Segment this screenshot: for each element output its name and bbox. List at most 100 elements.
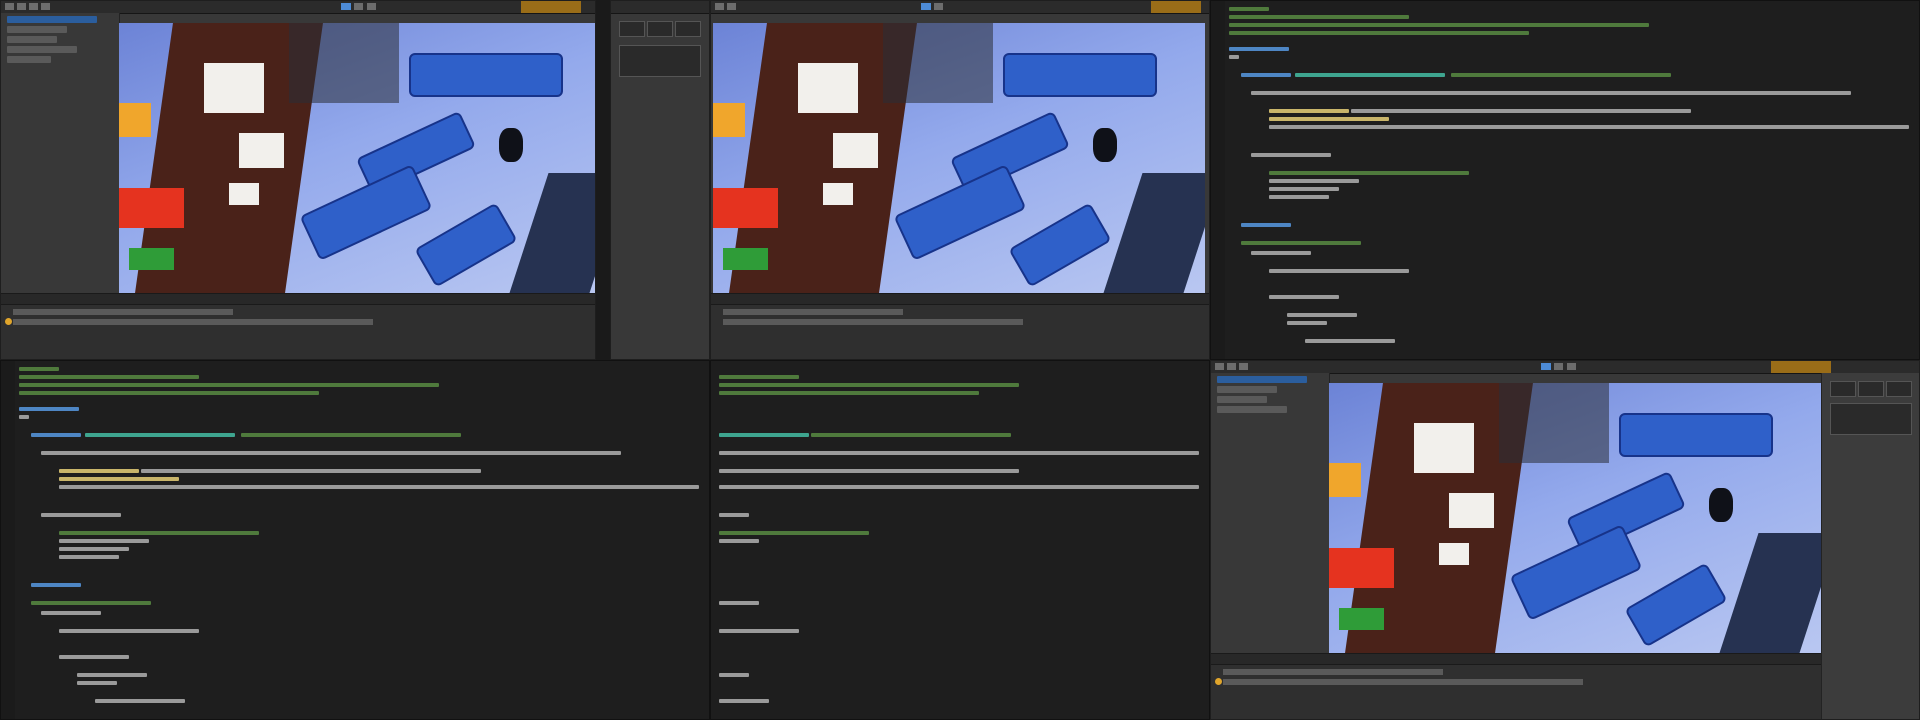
inspector-field[interactable] (619, 45, 701, 77)
code-line (19, 407, 79, 411)
code-line (1351, 109, 1691, 113)
rotate-tool-icon[interactable] (1239, 363, 1248, 370)
hierarchy-item[interactable] (7, 56, 51, 63)
console-tabs[interactable] (1, 294, 595, 305)
code-line (719, 699, 769, 703)
warning-banner (521, 1, 581, 13)
code-line (719, 513, 749, 517)
unity-editor-top-middle (710, 0, 1210, 360)
pause-icon[interactable] (934, 3, 943, 10)
hierarchy-item[interactable] (7, 36, 57, 43)
rotate-tool-icon[interactable] (29, 3, 38, 10)
play-icon[interactable] (341, 3, 351, 10)
code-editor-top-right[interactable] (1210, 0, 1920, 360)
code-editor-bottom-left[interactable] (0, 360, 710, 720)
code-gutter (1211, 1, 1225, 359)
code-line (1295, 73, 1445, 77)
hierarchy-item[interactable] (1217, 396, 1267, 403)
code-line (1241, 73, 1291, 77)
warning-banner (1151, 1, 1201, 13)
inspector-field[interactable] (1886, 381, 1912, 397)
code-line (1241, 223, 1291, 227)
game-view[interactable] (1329, 383, 1821, 653)
hierarchy-panel (1, 13, 120, 288)
code-comment-line (1229, 15, 1409, 19)
scale-tool-icon[interactable] (41, 3, 50, 10)
code-comment-line (719, 375, 799, 379)
pause-icon[interactable] (1554, 363, 1563, 370)
hand-tool-icon[interactable] (5, 3, 14, 10)
game-view[interactable] (713, 23, 1205, 293)
code-line (59, 477, 179, 481)
code-line (41, 611, 101, 615)
play-icon[interactable] (921, 3, 931, 10)
code-line (719, 601, 759, 605)
code-line (59, 629, 199, 633)
game-scene-image (1329, 383, 1821, 653)
code-line (719, 629, 799, 633)
move-tool-icon[interactable] (1227, 363, 1236, 370)
code-line (59, 555, 119, 559)
inspector-field[interactable] (647, 21, 673, 37)
step-icon[interactable] (367, 3, 376, 10)
console-line[interactable] (1223, 679, 1583, 685)
warning-icon (1215, 678, 1222, 685)
code-comment-line (1229, 7, 1269, 11)
move-tool-icon[interactable] (17, 3, 26, 10)
code-editor-bottom-middle[interactable] (710, 360, 1210, 720)
step-icon[interactable] (1567, 363, 1576, 370)
code-line (1229, 55, 1239, 59)
code-comment-line (1229, 31, 1529, 35)
console-line[interactable] (723, 309, 903, 315)
hierarchy-item[interactable] (7, 16, 97, 23)
hierarchy-item[interactable] (1217, 376, 1307, 383)
code-line (77, 673, 147, 677)
code-line (1269, 269, 1409, 273)
inspector-field[interactable] (675, 21, 701, 37)
hierarchy-item[interactable] (7, 26, 67, 33)
code-line (1269, 109, 1349, 113)
code-line (31, 583, 81, 587)
warning-banner (1771, 361, 1831, 373)
inspector-field[interactable] (619, 21, 645, 37)
console-line[interactable] (13, 309, 233, 315)
pause-icon[interactable] (354, 3, 363, 10)
game-scene-image (713, 23, 1205, 293)
code-line (41, 513, 121, 517)
hierarchy-item[interactable] (1217, 406, 1287, 413)
console-line[interactable] (1223, 669, 1443, 675)
code-line (141, 469, 481, 473)
hierarchy-item[interactable] (7, 46, 77, 53)
console-tabs[interactable] (1211, 654, 1821, 665)
console-tabs[interactable] (711, 294, 1209, 305)
warning-icon (5, 318, 12, 325)
code-line (719, 485, 1199, 489)
console-line[interactable] (13, 319, 373, 325)
hand-tool-icon[interactable] (1215, 363, 1224, 370)
code-comment-line (1451, 73, 1671, 77)
code-line (719, 673, 749, 677)
code-line (95, 699, 185, 703)
code-comment-line (719, 391, 979, 395)
code-line (1269, 125, 1909, 129)
inspector-panel-top-left (610, 0, 710, 360)
code-line (59, 655, 129, 659)
console-panel (1211, 653, 1821, 719)
unity-editor-top-left (0, 0, 596, 360)
inspector-field[interactable] (1830, 403, 1912, 435)
play-icon[interactable] (1541, 363, 1551, 370)
hand-tool-icon[interactable] (715, 3, 724, 10)
code-comment-line (19, 391, 319, 395)
move-tool-icon[interactable] (727, 3, 736, 10)
code-comment-line (31, 601, 151, 605)
code-line (85, 433, 235, 437)
inspector-field[interactable] (1858, 381, 1884, 397)
code-line (59, 469, 139, 473)
code-line (59, 547, 129, 551)
code-comment-line (19, 383, 439, 387)
inspector-field[interactable] (1830, 381, 1856, 397)
hierarchy-item[interactable] (1217, 386, 1277, 393)
console-line[interactable] (723, 319, 1023, 325)
code-line (1251, 251, 1311, 255)
game-view[interactable] (119, 23, 595, 293)
